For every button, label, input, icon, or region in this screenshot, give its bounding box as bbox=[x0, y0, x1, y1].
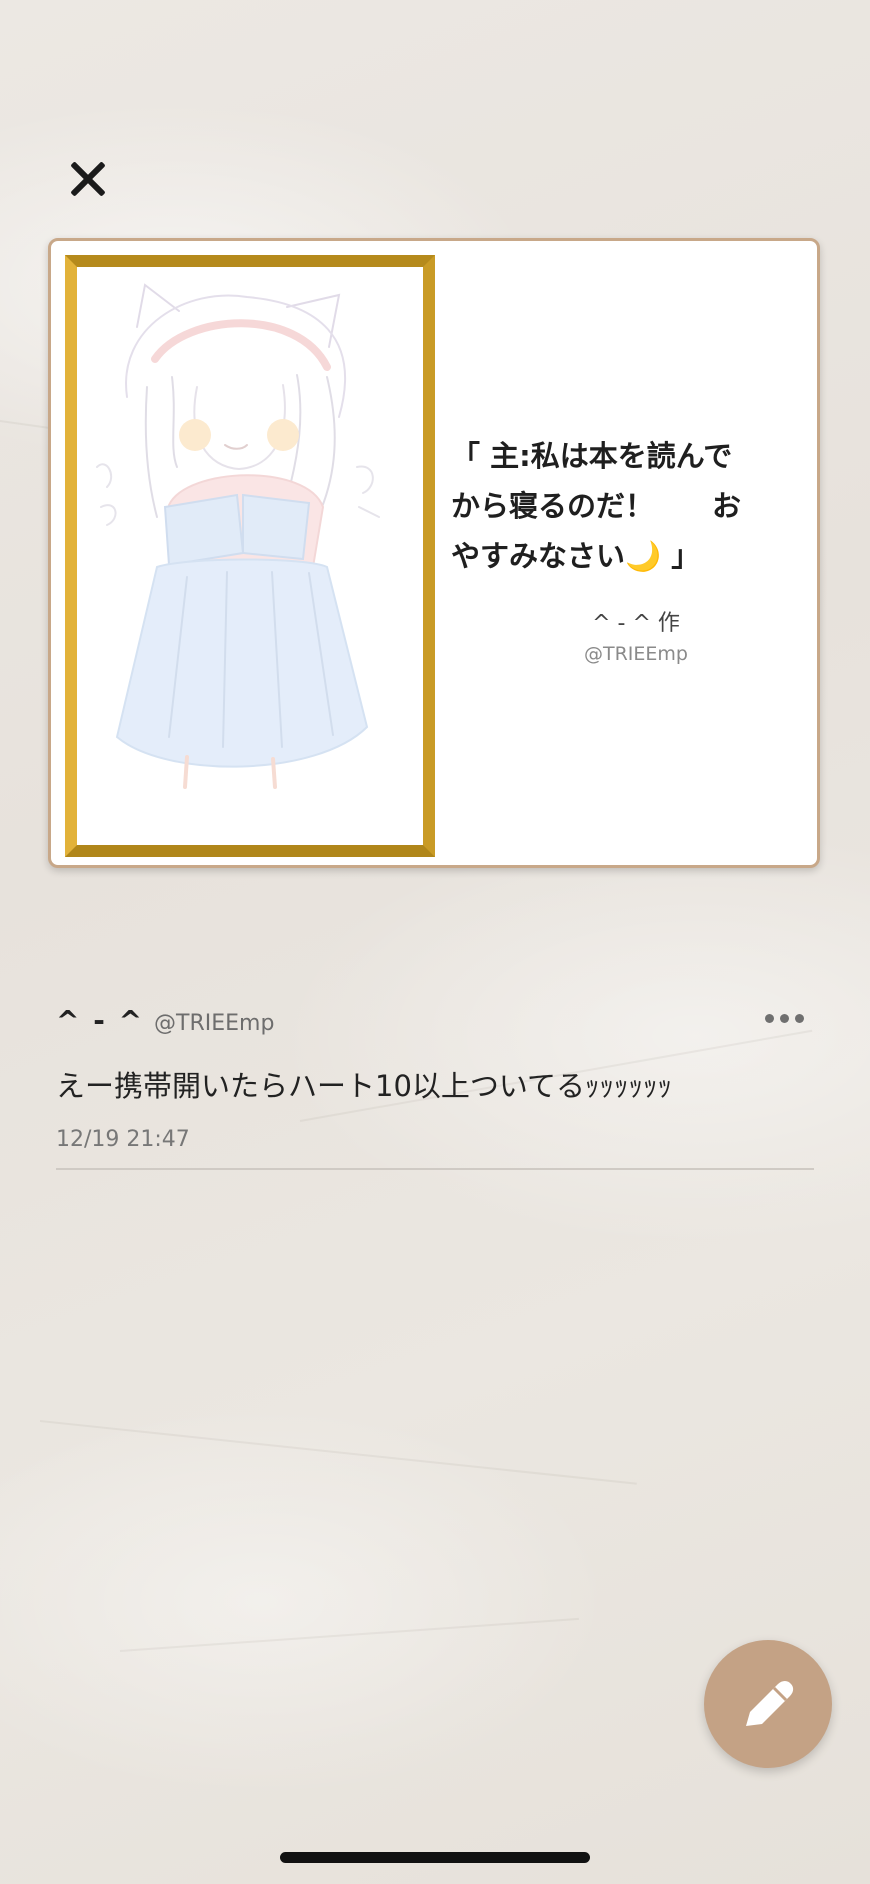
quote-text: 「 主:私は本を読んで から寝るのだ！ お やすみなさい🌙 」 bbox=[451, 439, 742, 573]
more-options-icon bbox=[780, 1014, 789, 1023]
artwork-frame bbox=[65, 255, 435, 857]
drawing-image bbox=[96, 283, 380, 789]
post-timestamp: 12/19 21:47 bbox=[56, 1127, 190, 1152]
quote-card[interactable]: 「 主:私は本を読んで から寝るのだ！ お やすみなさい🌙 」 ^ - ^ 作 … bbox=[48, 238, 820, 868]
quote-block: 「 主:私は本を読んで から寝るのだ！ お やすみなさい🌙 」 ^ - ^ 作 … bbox=[451, 431, 801, 665]
more-options-icon bbox=[765, 1014, 774, 1023]
close-button[interactable] bbox=[62, 152, 118, 208]
divider bbox=[56, 1168, 814, 1170]
post-author-handle[interactable]: @TRIEEmp bbox=[154, 1011, 274, 1036]
post-body: えー携帯開いたらハート10以上ついてるｯｯｯｯｯｯ bbox=[56, 1069, 673, 1103]
quote-author: ^ - ^ 作 bbox=[592, 611, 680, 636]
post-item[interactable]: ^ - ^ @TRIEEmp えー携帯開いたらハート10以上ついてるｯｯｯｯｯｯ… bbox=[56, 1004, 814, 1152]
quote-author-handle: @TRIEEmp bbox=[584, 643, 688, 665]
more-options-icon bbox=[795, 1014, 804, 1023]
home-indicator[interactable] bbox=[280, 1852, 590, 1863]
paper-texture bbox=[39, 1420, 637, 1485]
compose-button[interactable] bbox=[704, 1640, 832, 1768]
more-options-button[interactable] bbox=[765, 1014, 804, 1023]
pencil-icon bbox=[746, 1681, 794, 1726]
paper-texture bbox=[119, 1617, 579, 1652]
post-header: ^ - ^ @TRIEEmp bbox=[56, 1004, 814, 1037]
post-author-name[interactable]: ^ - ^ bbox=[56, 1004, 144, 1037]
